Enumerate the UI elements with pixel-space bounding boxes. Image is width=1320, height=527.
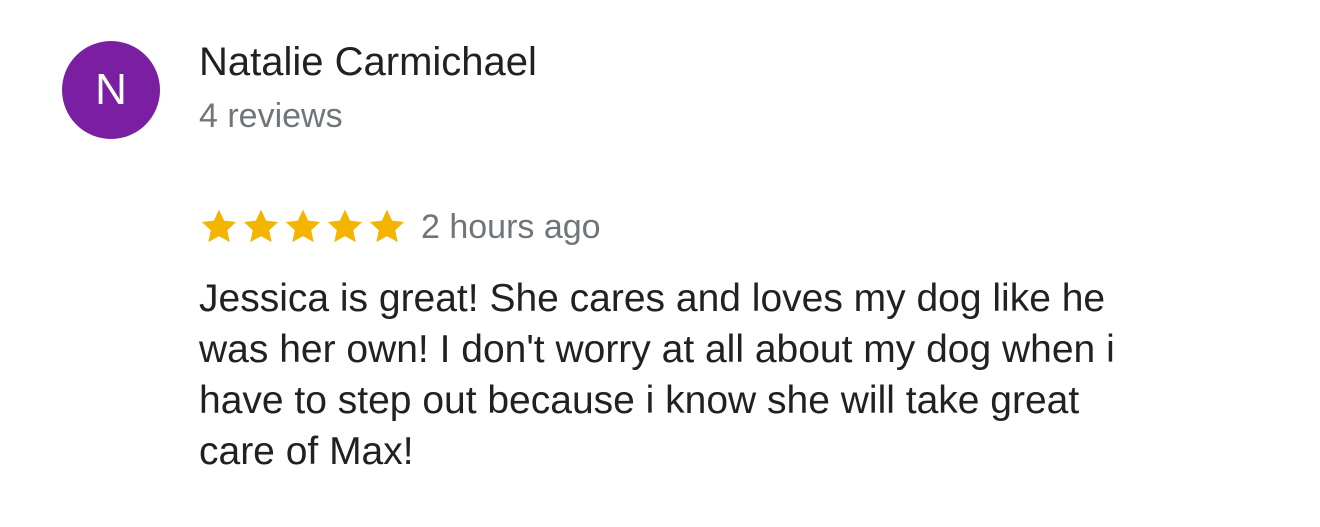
review-timestamp: 2 hours ago (421, 207, 601, 246)
star-icon (201, 209, 237, 243)
star-icon (327, 209, 363, 243)
review-text-line: have to step out because i know she will… (199, 379, 1080, 422)
star-icon (243, 209, 279, 243)
star-icon (369, 209, 405, 243)
review-card: N Natalie Carmichael 4 reviews 2 hours a… (0, 0, 1320, 527)
review-text-line: care of Max! (199, 430, 414, 473)
star-icon (285, 209, 321, 243)
review-text: Jessica is great! She cares and loves my… (199, 273, 1279, 477)
rating-row: 2 hours ago (199, 205, 601, 249)
review-text-line: was her own! I don't worry at all about … (199, 328, 1115, 371)
star-rating (199, 207, 407, 247)
reviewer-name[interactable]: Natalie Carmichael (199, 40, 537, 85)
review-text-line: Jessica is great! She cares and loves my… (199, 277, 1106, 320)
review-count[interactable]: 4 reviews (199, 97, 343, 136)
avatar[interactable]: N (62, 41, 160, 139)
avatar-initial: N (95, 65, 127, 114)
